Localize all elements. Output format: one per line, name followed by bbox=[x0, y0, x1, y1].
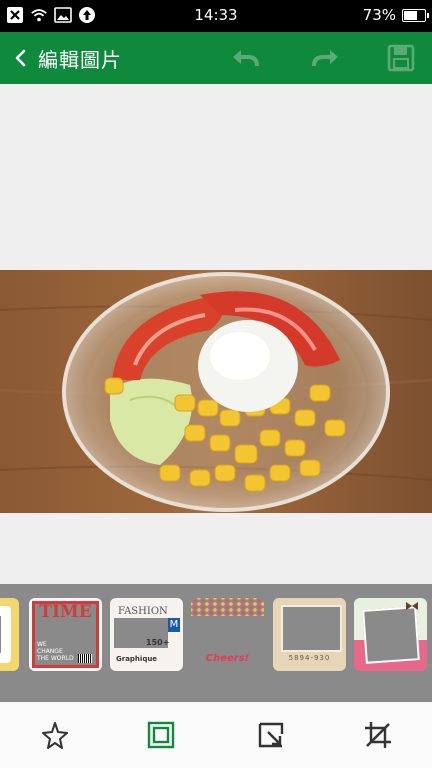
confetti-decoration bbox=[191, 598, 264, 616]
redo-icon[interactable] bbox=[311, 44, 341, 72]
fashion-title: FASHION bbox=[118, 606, 168, 617]
app-bar: 編輯圖片 bbox=[0, 32, 432, 84]
polaroid-text: 5894-930 bbox=[288, 654, 331, 662]
bottom-toolbar bbox=[0, 702, 432, 768]
fashion-badge: M bbox=[168, 618, 180, 632]
floppy-save-icon[interactable] bbox=[386, 44, 416, 72]
sparkle-star-icon[interactable] bbox=[40, 720, 70, 750]
bow-icon bbox=[406, 602, 418, 610]
frame-strip: TIME WE CHANGE THE WORLD FASHION M 150+ … bbox=[0, 584, 432, 702]
frame-thumb-polka[interactable] bbox=[0, 598, 19, 671]
undo-icon[interactable] bbox=[230, 44, 260, 72]
status-icons-right: 73% bbox=[362, 6, 429, 24]
time-sub-3: THE WORLD bbox=[37, 655, 74, 662]
chevron-left-icon[interactable] bbox=[10, 45, 32, 71]
edit-canvas bbox=[0, 84, 432, 584]
time-title: TIME bbox=[39, 602, 92, 622]
frame-thumb-cheers[interactable]: Cheers! bbox=[191, 598, 264, 671]
frame-thumb-fashion[interactable]: FASHION M 150+ Graphique bbox=[110, 598, 183, 671]
crop-icon[interactable] bbox=[363, 720, 393, 750]
barcode-icon bbox=[78, 654, 92, 663]
fashion-footer: Graphique bbox=[116, 655, 158, 663]
arrow-select-icon[interactable] bbox=[256, 720, 286, 750]
battery-percent: 73% bbox=[362, 6, 396, 24]
frame-thumb-bow[interactable] bbox=[354, 598, 427, 671]
page-title: 編輯圖片 bbox=[38, 48, 122, 72]
frame-icon[interactable] bbox=[146, 720, 176, 750]
status-bar: 14:33 73% bbox=[0, 0, 432, 32]
battery-icon bbox=[402, 8, 429, 22]
frame-thumb-polaroid[interactable]: 5894-930 bbox=[273, 598, 346, 671]
cheers-text: Cheers! bbox=[205, 653, 250, 664]
fashion-number: 150+ bbox=[146, 638, 170, 647]
photo-salad-image[interactable] bbox=[0, 270, 432, 513]
time-sub-1: WE bbox=[37, 641, 47, 648]
time-sub-2: CHANGE bbox=[37, 648, 63, 655]
frame-thumb-time[interactable]: TIME WE CHANGE THE WORLD bbox=[29, 598, 102, 671]
